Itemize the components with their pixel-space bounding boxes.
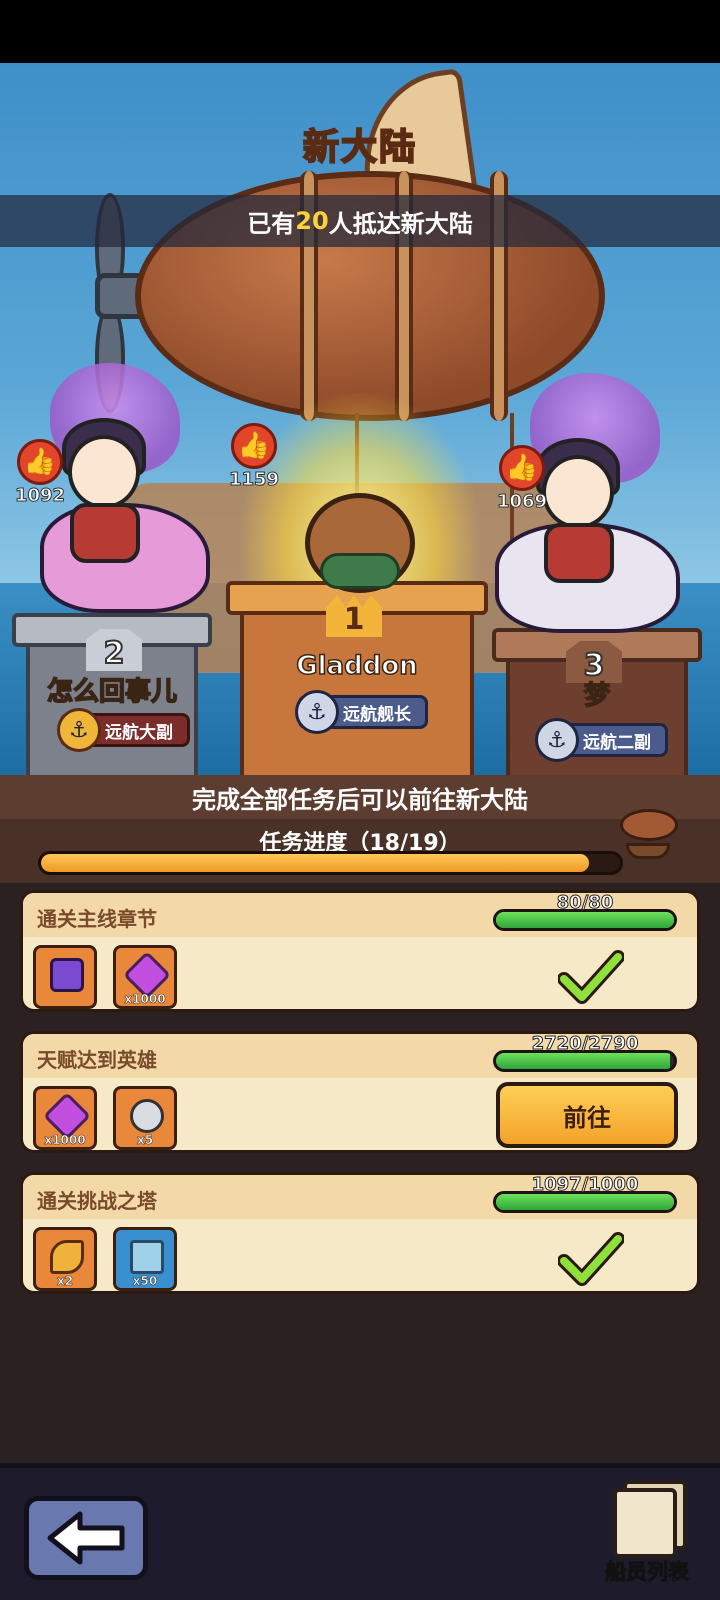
- like-button-rank-1[interactable]: 👍 1159: [228, 423, 280, 491]
- character-body-right: [544, 523, 614, 583]
- crew-list-button[interactable]: 船员列表: [583, 1480, 711, 1588]
- reward-qty: x50: [132, 1274, 158, 1289]
- title-badge-rank-3: ⚓ 远航二副: [535, 718, 668, 762]
- like-count: 1159: [228, 469, 280, 491]
- like-count: 1092: [14, 485, 66, 507]
- go-button[interactable]: 前往: [496, 1082, 678, 1148]
- task-name: 通关主线章节: [37, 907, 157, 931]
- airship-icon-balloon: [620, 809, 678, 841]
- title-badge-label: 远航舰长: [343, 704, 411, 725]
- title-badge-label: 远航二副: [583, 732, 651, 753]
- arrived-count: 20: [295, 207, 329, 235]
- player-name-rank-2: 怎么回事儿: [46, 676, 178, 708]
- hero-scene: 新大陆 已有 20 人抵达新大陆 👍 1092 👍 1159 👍 1069 2 …: [0, 63, 720, 775]
- task-list: 通关主线章节 80/80 x1000 天赋达到英雄 2720/2790 x100: [0, 883, 720, 1463]
- capybara-character: [305, 493, 415, 593]
- capybara-outfit: [320, 553, 400, 589]
- task-name: 天赋达到英雄: [37, 1048, 157, 1072]
- anchor-icon: ⚓: [295, 690, 339, 734]
- page-title: 新大陆: [302, 126, 417, 169]
- character-head-left: [68, 435, 140, 509]
- task-progress-text: 2720/2790: [531, 1033, 639, 1055]
- task-progress-fill: [496, 1053, 670, 1069]
- checkmark-icon: [557, 1229, 625, 1289]
- reward-qty: x1000: [44, 1133, 86, 1148]
- progress-section: 完成全部任务后可以前往新大陆 任务进度（18/19）: [0, 775, 720, 883]
- reward-item[interactable]: x1000: [33, 1086, 97, 1150]
- task-progress-text: 1097/1000: [531, 1174, 639, 1196]
- screen: 新大陆 已有 20 人抵达新大陆 👍 1092 👍 1159 👍 1069 2 …: [0, 0, 720, 1600]
- reward-item[interactable]: x1000: [113, 945, 177, 1009]
- thumbs-up-icon: 👍: [231, 423, 277, 469]
- scroll-icon: [130, 1240, 164, 1274]
- reward-item[interactable]: x50: [113, 1227, 177, 1291]
- task-progress-text: 80/80: [556, 892, 614, 914]
- document-icon: [613, 1488, 677, 1558]
- arrived-suffix: 人抵达新大陆: [328, 209, 473, 238]
- rank-badge-1: 1: [326, 595, 382, 637]
- like-count: 1069: [496, 491, 548, 513]
- arrived-banner: 已有 20 人抵达新大陆: [0, 195, 720, 247]
- title-badge-rank-2: ⚓ 远航大副: [57, 708, 190, 752]
- crew-list-label: 船员列表: [605, 1560, 690, 1585]
- thumbs-up-icon: 👍: [499, 445, 545, 491]
- arrow-left-icon: [47, 1511, 125, 1565]
- player-name-rank-3: 梦: [583, 680, 611, 712]
- character-head-right: [542, 455, 614, 529]
- task-card: 天赋达到英雄 2720/2790 x1000 x5 前往: [20, 1031, 700, 1153]
- task-card: 通关主线章节 80/80 x1000: [20, 890, 700, 1012]
- back-button[interactable]: [24, 1496, 148, 1580]
- coin-icon: [130, 1099, 164, 1133]
- rank-badge-2: 2: [86, 629, 142, 671]
- task-name: 通关挑战之塔: [37, 1189, 157, 1213]
- like-button-rank-2[interactable]: 👍 1092: [14, 439, 66, 507]
- airship-icon-hull: [626, 843, 670, 859]
- checkmark-icon: [557, 947, 625, 1007]
- arrived-prefix: 已有: [247, 209, 296, 238]
- progress-bar-fill: [41, 854, 590, 872]
- reward-qty: x5: [136, 1133, 154, 1148]
- like-button-rank-3[interactable]: 👍 1069: [496, 445, 548, 513]
- task-card: 通关挑战之塔 1097/1000 x2 x50: [20, 1172, 700, 1294]
- wand-icon: [50, 1240, 84, 1274]
- airship-icon: [612, 807, 684, 863]
- anchor-icon: ⚓: [57, 708, 101, 752]
- anchor-icon: ⚓: [535, 718, 579, 762]
- player-name-rank-1: Gladdon: [296, 650, 419, 682]
- title-badge-label: 远航大副: [105, 722, 173, 743]
- reward-item[interactable]: x2: [33, 1227, 97, 1291]
- progress-bar: [38, 851, 623, 875]
- title-badge-rank-1: ⚓ 远航舰长: [295, 690, 428, 734]
- reward-qty: x1000: [124, 992, 166, 1007]
- bottom-bar: 船员列表: [0, 1463, 720, 1600]
- reward-qty: x2: [56, 1274, 74, 1289]
- task-progress-fill: [496, 1194, 674, 1210]
- reward-item[interactable]: x5: [113, 1086, 177, 1150]
- character-body-left: [70, 503, 140, 563]
- reward-item[interactable]: [33, 945, 97, 1009]
- task-progress-fill: [496, 912, 674, 928]
- thumbs-up-icon: 👍: [17, 439, 63, 485]
- chest-icon: [50, 958, 84, 992]
